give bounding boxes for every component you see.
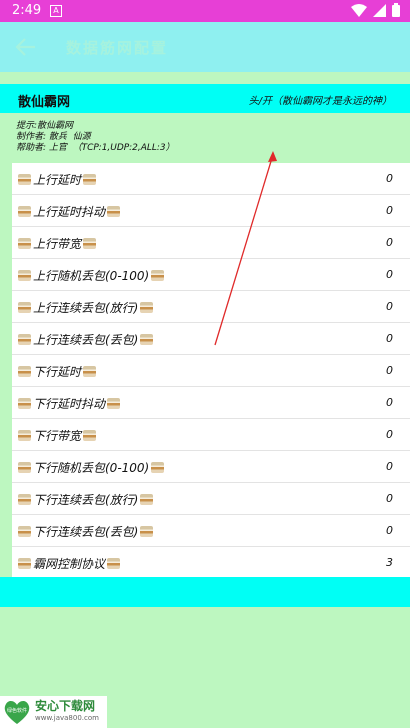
status-bar: 2:49 A — [0, 0, 410, 22]
page-title: 数据筋网配置 — [66, 39, 169, 57]
cake-icon — [83, 238, 97, 249]
cake-icon — [18, 174, 31, 185]
item-label: 上行延时抖动 — [33, 205, 106, 219]
cake-icon — [18, 270, 31, 281]
app-bar: 数据筋网配置 — [0, 22, 410, 72]
status-icons — [351, 3, 400, 17]
cake-icon — [151, 270, 165, 281]
item-value: 3 — [386, 556, 393, 569]
notification-icon: A — [50, 5, 62, 17]
cake-icon — [140, 526, 154, 537]
item-label: 上行延时 — [33, 173, 82, 187]
item-value: 0 — [386, 492, 393, 505]
list-item[interactable]: 下行延时 0 — [12, 355, 410, 387]
cake-icon — [140, 334, 154, 345]
item-value: 0 — [386, 396, 393, 409]
item-label: 下行延时 — [33, 365, 82, 379]
cake-icon — [18, 526, 31, 537]
settings-list: 上行延时 0 上行延时抖动 0 上行带宽 0 上行随机丢包(0-100) 0 上… — [12, 163, 410, 579]
list-item[interactable]: 上行随机丢包(0-100) 0 — [12, 259, 410, 291]
info-author: 制作者: 散兵 仙源 — [16, 132, 91, 142]
item-value: 0 — [386, 172, 393, 185]
item-label: 下行连续丢包(丢包) — [33, 525, 139, 539]
item-value: 0 — [386, 204, 393, 217]
item-label: 上行连续丢包(放行) — [33, 301, 139, 315]
info-helper: 帮助者: 上官 （TCP:1,UDP:2,ALL:3） — [16, 143, 175, 153]
footer-bar — [0, 577, 410, 607]
cake-icon — [107, 398, 121, 409]
wifi-icon — [351, 3, 367, 17]
item-value: 0 — [386, 460, 393, 473]
item-label: 下行随机丢包(0-100) — [33, 461, 150, 475]
watermark: 绿色软件 安心下载网 www.java800.com — [0, 696, 107, 728]
cake-icon — [18, 462, 31, 473]
item-value: 0 — [386, 524, 393, 537]
cake-icon — [18, 206, 31, 217]
item-label: 上行带宽 — [33, 237, 82, 251]
list-item[interactable]: 下行连续丢包(放行) 0 — [12, 483, 410, 515]
back-arrow-icon[interactable] — [14, 37, 36, 57]
list-item[interactable]: 霸网控制协议 3 — [12, 547, 410, 579]
list-item[interactable]: 上行延时 0 — [12, 163, 410, 195]
item-value: 0 — [386, 332, 393, 345]
watermark-name: 安心下载网 — [35, 699, 96, 713]
cake-icon — [107, 206, 121, 217]
item-value: 0 — [386, 268, 393, 281]
item-label: 上行连续丢包(丢包) — [33, 333, 139, 347]
info-tip: 提示:散仙霸网 — [16, 121, 74, 131]
header-row: 散仙霸网 头/开（散仙霸网才是永远的神） — [0, 84, 410, 113]
heart-logo-icon: 绿色软件 — [4, 701, 30, 724]
cake-icon — [18, 238, 31, 249]
cake-icon — [18, 430, 31, 441]
item-label: 下行延时抖动 — [33, 397, 106, 411]
item-label: 霸网控制协议 — [33, 557, 106, 571]
list-item[interactable]: 下行延时抖动 0 — [12, 387, 410, 419]
list-item[interactable]: 上行延时抖动 0 — [12, 195, 410, 227]
status-time: 2:49 — [12, 3, 42, 18]
cake-icon — [83, 174, 97, 185]
item-value: 0 — [386, 236, 393, 249]
cake-icon — [18, 398, 31, 409]
list-item[interactable]: 上行连续丢包(放行) 0 — [12, 291, 410, 323]
info-block: 提示:散仙霸网 制作者: 散兵 仙源 帮助者: 上官 （TCP:1,UDP:2,… — [16, 121, 175, 154]
cake-icon — [18, 366, 31, 377]
header-subtitle: 头/开（散仙霸网才是永远的神） — [248, 96, 392, 107]
cake-icon — [83, 430, 97, 441]
watermark-url: www.java800.com — [35, 714, 99, 722]
list-item[interactable]: 上行连续丢包(丢包) 0 — [12, 323, 410, 355]
item-value: 0 — [386, 428, 393, 441]
cake-icon — [18, 494, 31, 505]
list-item[interactable]: 下行连续丢包(丢包) 0 — [12, 515, 410, 547]
item-value: 0 — [386, 364, 393, 377]
item-label: 上行随机丢包(0-100) — [33, 269, 150, 283]
signal-icon — [373, 3, 386, 17]
cake-icon — [140, 302, 154, 313]
cake-icon — [18, 334, 31, 345]
item-label: 下行连续丢包(放行) — [33, 493, 139, 507]
list-item[interactable]: 下行带宽 0 — [12, 419, 410, 451]
item-value: 0 — [386, 300, 393, 313]
logo-text: 绿色软件 — [7, 707, 27, 714]
list-item[interactable]: 下行随机丢包(0-100) 0 — [12, 451, 410, 483]
cake-icon — [18, 302, 31, 313]
cake-icon — [107, 558, 121, 569]
header-title: 散仙霸网 — [18, 95, 71, 110]
list-item[interactable]: 上行带宽 0 — [12, 227, 410, 259]
battery-icon — [392, 3, 400, 17]
item-label: 下行带宽 — [33, 429, 82, 443]
cake-icon — [18, 558, 31, 569]
cake-icon — [83, 366, 97, 377]
cake-icon — [140, 494, 154, 505]
cake-icon — [151, 462, 165, 473]
